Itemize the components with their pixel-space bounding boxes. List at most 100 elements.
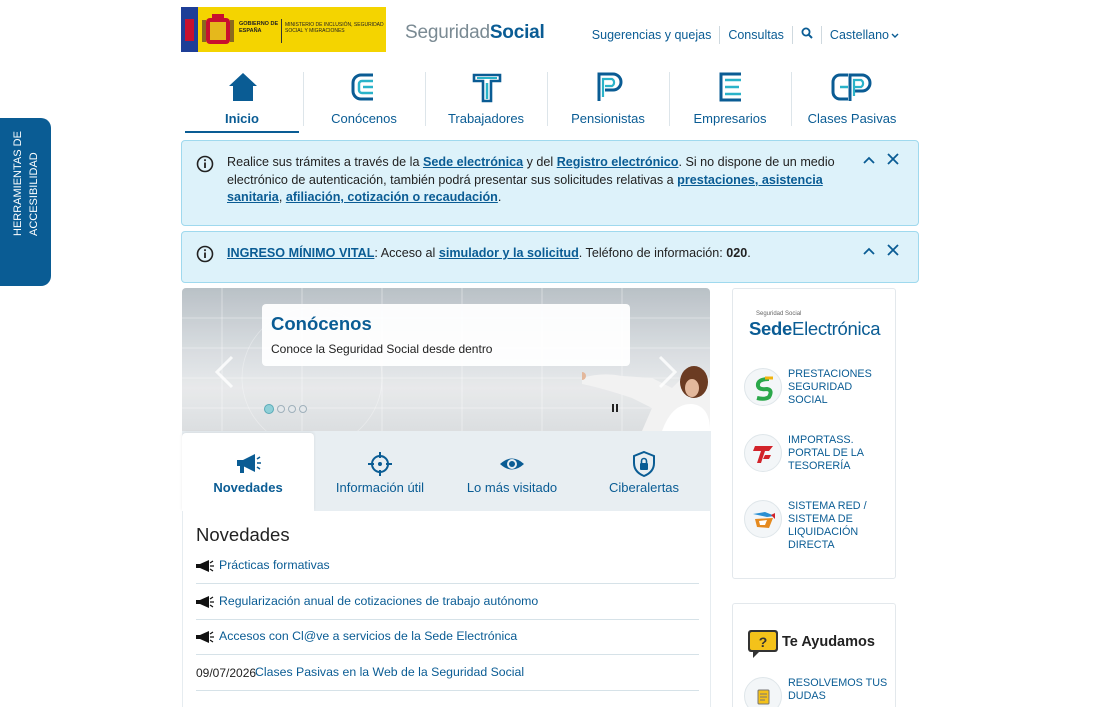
tab-informacion-util[interactable]: Información útil	[314, 431, 446, 511]
news-item[interactable]: Prácticas formativas	[196, 548, 699, 584]
tab-lo-mas-visitado[interactable]: Lo más visitado	[446, 431, 578, 511]
news-panel: Novedades Prácticas formativas Regulariz…	[182, 511, 711, 707]
news-item[interactable]: Regularización anual de cotizaciones de …	[196, 584, 699, 620]
accessibility-label-line1: HERRAMIENTAS DE	[12, 131, 24, 236]
megaphone-icon	[237, 454, 261, 473]
help-question-icon: ?	[748, 630, 778, 658]
carousel-indicators	[264, 404, 307, 414]
sede-logo-bold: Sede	[749, 318, 793, 339]
alert-text-part: . Teléfono de información:	[578, 246, 727, 260]
carousel-dot[interactable]	[288, 405, 296, 413]
phone-number: 020	[726, 246, 748, 260]
tab-ciberalertas[interactable]: Ciberalertas	[578, 431, 710, 511]
carousel-dot[interactable]	[264, 404, 274, 414]
alert-text-part: Realice sus trámites a través de la	[227, 155, 423, 169]
tab-label: Novedades	[213, 480, 283, 495]
tab-label: Ciberalertas	[608, 480, 680, 495]
close-icon[interactable]	[887, 244, 899, 256]
content-tabs: Novedades Información útil Lo más visita…	[182, 431, 711, 511]
main-navigation: Inicio Conócenos Trabajadores Pensionist…	[181, 66, 915, 134]
svg-text:?: ?	[759, 634, 768, 650]
nav-clases-pasivas[interactable]: Clases Pasivas	[791, 66, 913, 132]
carousel-dot[interactable]	[277, 405, 285, 413]
nav-pensionistas[interactable]: Pensionistas	[547, 66, 669, 132]
logo-divider	[281, 19, 282, 43]
sede-logo-small: Seguridad Social	[756, 311, 802, 317]
news-link[interactable]: Clases Pasivas en la Web de la Seguridad…	[255, 665, 524, 679]
importass-icon	[744, 434, 782, 472]
eu-flag-band	[181, 7, 198, 52]
eye-icon	[500, 458, 524, 470]
sede-electronica-link[interactable]: Sede electrónica	[423, 155, 523, 169]
news-date: 09/07/2026	[196, 666, 257, 680]
sede-electronica-box: Seguridad Social SedeElectrónica PRESTAC…	[732, 288, 896, 579]
suggestions-link[interactable]: Sugerencias y quejas	[584, 26, 721, 44]
home-icon	[229, 73, 257, 101]
faq-document-icon	[744, 677, 782, 707]
consultas-link[interactable]: Consultas	[720, 26, 793, 44]
tab-label: Información útil	[335, 480, 425, 495]
sidebar-link-label: RESOLVEMOS TUS DUDAS	[788, 677, 888, 702]
megaphone-bullet-icon	[196, 631, 214, 643]
carousel-prev-button[interactable]	[212, 354, 238, 390]
nav-inicio[interactable]: Inicio	[181, 66, 303, 133]
p-letter-icon	[597, 72, 623, 101]
nav-empresarios[interactable]: Empresarios	[669, 66, 791, 132]
accessibility-tools-tab[interactable]: HERRAMIENTAS DE ACCESIBILIDAD	[0, 118, 51, 390]
carousel-next-button[interactable]	[654, 354, 680, 390]
sidebar-link-label: IMPORTASS. PORTAL DE LA TESORERÍA	[788, 434, 864, 472]
pause-icon[interactable]	[610, 403, 620, 413]
accessibility-label: HERRAMIENTAS DE ACCESIBILIDAD	[4, 122, 44, 236]
info-alert-sede: Realice sus trámites a través de la Sede…	[181, 140, 919, 226]
ingreso-minimo-vital-link[interactable]: INGRESO MÍNIMO VITAL	[227, 246, 374, 260]
nav-label: Inicio	[225, 111, 259, 126]
slide-title: Conócenos	[271, 313, 372, 334]
info-alert-imv: INGRESO MÍNIMO VITAL: Acceso al simulado…	[181, 231, 919, 283]
collapse-icon[interactable]	[863, 247, 875, 255]
accessibility-label-line2: ACCESIBILIDAD	[28, 152, 40, 236]
search-button[interactable]	[793, 26, 822, 44]
cp-letters-icon	[831, 73, 872, 101]
news-heading: Novedades	[196, 524, 290, 545]
government-text: GOBIERNO DE ESPAÑA	[239, 21, 279, 34]
sede-logo-text: SedeElectrónica	[749, 318, 881, 340]
simulador-link[interactable]: simulador y la solicitud	[439, 246, 579, 260]
t-letter-icon	[472, 73, 502, 103]
info-icon	[196, 245, 214, 263]
language-selector[interactable]: Castellano	[822, 26, 907, 44]
slide-caption: Conócenos Conoce la Seguridad Social des…	[262, 304, 630, 366]
close-icon[interactable]	[887, 153, 899, 165]
sidebar-link-label: SISTEMA RED / SISTEMA DE LIQUIDACIÓN DIR…	[788, 500, 867, 551]
government-logo[interactable]: GOBIERNO DE ESPAÑA MINISTERIO DE INCLUSI…	[181, 7, 386, 52]
e-letter-icon	[719, 72, 741, 102]
seguridad-social-logo[interactable]: SeguridadSocial	[405, 22, 545, 44]
nav-conocenos[interactable]: Conócenos	[303, 66, 425, 132]
news-item[interactable]: Accesos con Cl@ve a servicios de la Sede…	[196, 619, 699, 655]
alert-text-part: ,	[278, 190, 286, 204]
prestaciones-icon	[744, 368, 782, 406]
alert-message: Realice sus trámites a través de la Sede…	[227, 154, 847, 207]
nav-label: Trabajadores	[447, 111, 525, 126]
nav-trabajadores[interactable]: Trabajadores	[425, 66, 547, 132]
news-link[interactable]: Prácticas formativas	[219, 558, 330, 572]
megaphone-bullet-icon	[196, 560, 214, 572]
alert-text-part: .	[747, 246, 751, 260]
news-link[interactable]: Regularización anual de cotizaciones de …	[219, 594, 538, 608]
nav-label: Clases Pasivas	[807, 111, 897, 126]
news-item[interactable]: 09/07/2026 Clases Pasivas en la Web de l…	[196, 655, 699, 691]
carousel-dot[interactable]	[299, 405, 307, 413]
registro-electronico-link[interactable]: Registro electrónico	[557, 155, 679, 169]
accessibility-person-icon	[5, 358, 37, 390]
collapse-icon[interactable]	[863, 156, 875, 164]
tab-novedades[interactable]: Novedades	[182, 433, 314, 511]
coat-of-arms-icon	[202, 14, 234, 44]
brand-light: Seguridad	[405, 22, 490, 43]
afiliacion-link[interactable]: afiliación, cotización o recaudación	[286, 190, 498, 204]
alert-controls	[863, 244, 899, 256]
news-link[interactable]: Accesos con Cl@ve a servicios de la Sede…	[219, 629, 517, 643]
tab-label: Lo más visitado	[466, 480, 558, 495]
hero-carousel[interactable]: Conócenos Conoce la Seguridad Social des…	[182, 288, 710, 431]
sidebar-link-label: PRESTACIONES SEGURIDAD SOCIAL	[788, 368, 872, 406]
sede-logo-light: Electrónica	[792, 318, 881, 339]
alert-text-part: : Acceso al	[374, 246, 439, 260]
